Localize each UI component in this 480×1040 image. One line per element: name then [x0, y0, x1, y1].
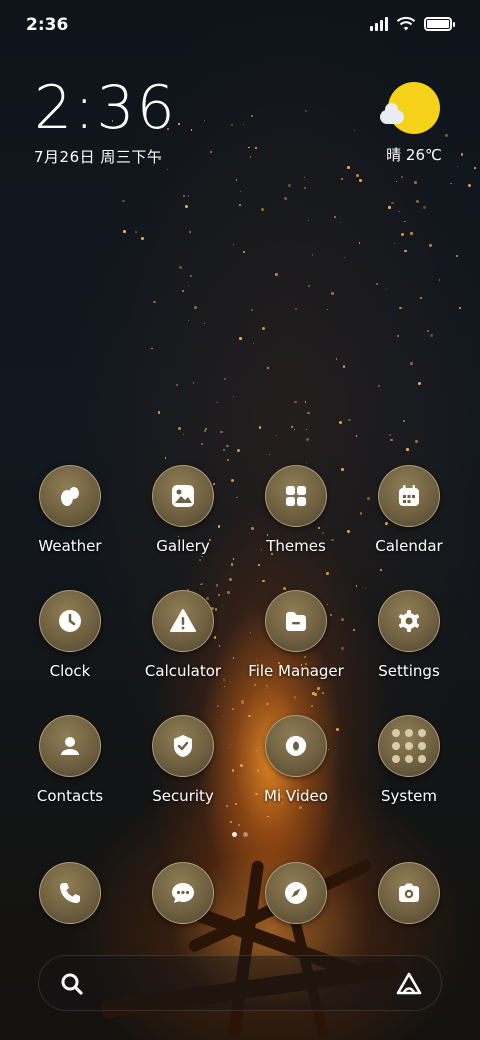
- app-gallery[interactable]: Gallery: [128, 465, 238, 555]
- battery-icon: [424, 17, 455, 31]
- app-label: Calculator: [144, 662, 222, 680]
- browser-icon: [265, 862, 327, 924]
- status-icons: [370, 16, 455, 32]
- app-themes[interactable]: Themes: [241, 465, 351, 555]
- system-folder-icon: [378, 715, 440, 777]
- app-calendar[interactable]: Calendar: [354, 465, 464, 555]
- app-label: Contacts: [36, 787, 104, 805]
- status-bar: 2:36: [0, 0, 480, 50]
- app-vault-icon[interactable]: [395, 970, 423, 998]
- app-label: Weather: [38, 537, 102, 555]
- clock-widget-time: 2:36: [34, 73, 177, 143]
- app-label: Calendar: [375, 537, 443, 555]
- app-label: System: [381, 787, 437, 805]
- weather-widget[interactable]: 晴 26℃: [380, 82, 444, 165]
- sunny-weather-icon: [380, 82, 440, 134]
- app-mi-video[interactable]: Mi Video: [241, 715, 351, 805]
- app-settings[interactable]: Settings: [354, 590, 464, 680]
- app-label: File Manager: [248, 662, 344, 680]
- page-dot: [243, 832, 248, 837]
- app-calculator[interactable]: Calculator: [128, 590, 238, 680]
- cellular-signal-icon: [370, 17, 388, 31]
- clock-widget[interactable]: 2:36 7月26日 周三下午: [34, 76, 177, 167]
- weather-widget-text: 晴 26℃: [386, 146, 442, 164]
- themes-icon: [265, 465, 327, 527]
- calculator-icon: [152, 590, 214, 652]
- app-label: Themes: [266, 537, 326, 555]
- search-bar[interactable]: [38, 955, 442, 1011]
- app-label: Mi Video: [264, 787, 328, 805]
- contacts-icon: [39, 715, 101, 777]
- app-label: Gallery: [156, 537, 210, 555]
- dock-phone[interactable]: [15, 862, 125, 924]
- app-label: Clock: [49, 662, 91, 680]
- app-file-manager[interactable]: File Manager: [241, 590, 351, 680]
- clock-icon: [39, 590, 101, 652]
- gallery-icon: [152, 465, 214, 527]
- page-dot-active: [232, 832, 237, 837]
- settings-icon: [378, 590, 440, 652]
- app-contacts[interactable]: Contacts: [15, 715, 125, 805]
- status-time: 2:36: [26, 15, 69, 35]
- dock-browser[interactable]: [241, 862, 351, 924]
- page-indicator[interactable]: [0, 832, 480, 837]
- dock-messages[interactable]: [128, 862, 238, 924]
- dock-camera[interactable]: [354, 862, 464, 924]
- messages-icon: [152, 862, 214, 924]
- search-icon: [61, 973, 83, 995]
- camera-icon: [378, 862, 440, 924]
- clock-widget-date: 7月26日 周三下午: [34, 148, 163, 166]
- calendar-icon: [378, 465, 440, 527]
- mi-video-icon: [265, 715, 327, 777]
- app-label: Security: [152, 787, 214, 805]
- wifi-icon: [396, 16, 416, 31]
- phone-icon: [39, 862, 101, 924]
- app-system-folder[interactable]: System: [354, 715, 464, 805]
- app-label: Settings: [378, 662, 440, 680]
- security-icon: [152, 715, 214, 777]
- file-manager-icon: [265, 590, 327, 652]
- app-weather[interactable]: Weather: [15, 465, 125, 555]
- app-security[interactable]: Security: [128, 715, 238, 805]
- app-clock[interactable]: Clock: [15, 590, 125, 680]
- weather-icon: [39, 465, 101, 527]
